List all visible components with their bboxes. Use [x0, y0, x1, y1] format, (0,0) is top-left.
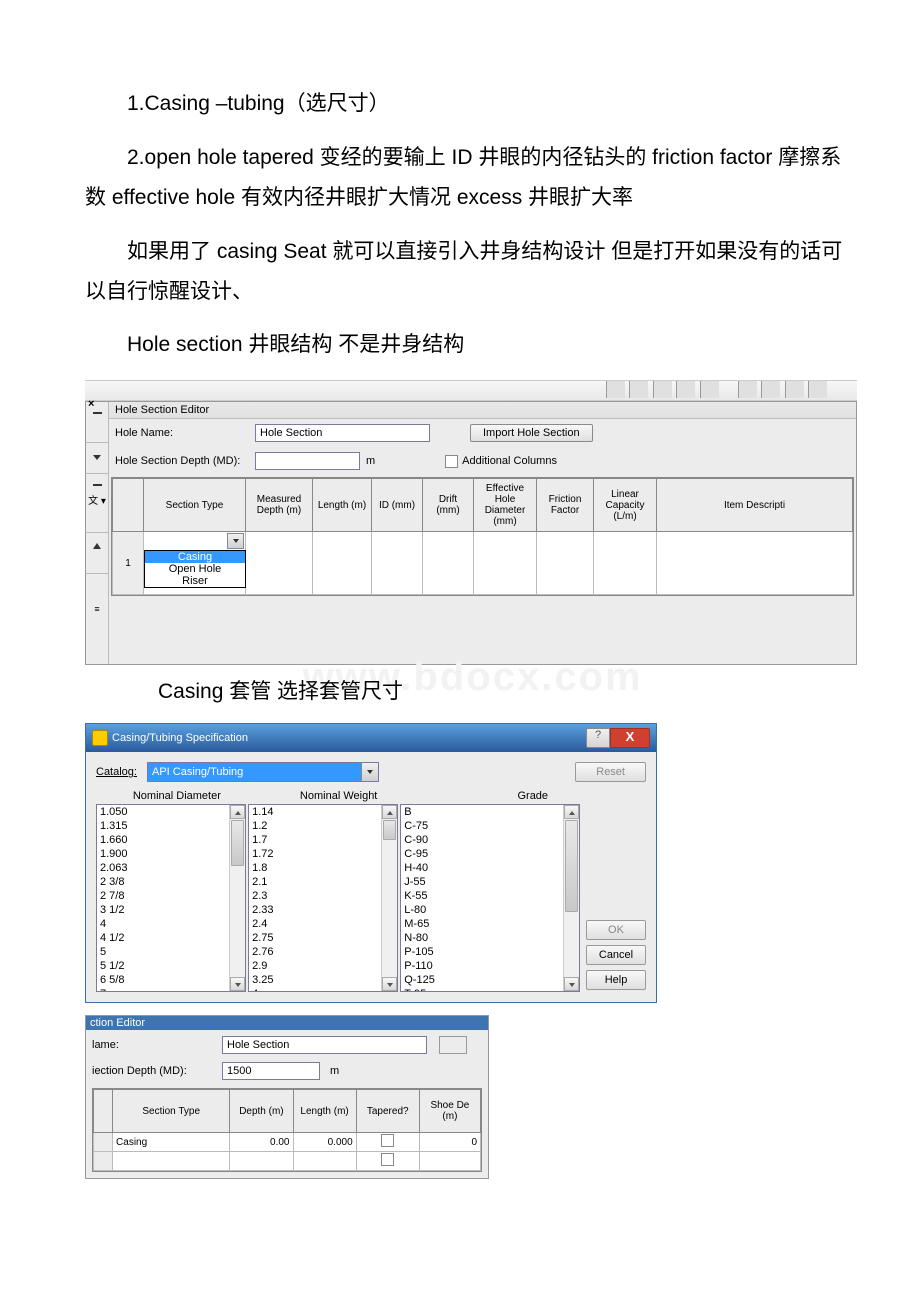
close-icon[interactable]: X	[610, 728, 650, 748]
col-grade: Grade	[420, 790, 646, 802]
catalog-input[interactable]	[148, 763, 361, 781]
toolbar-icon[interactable]	[606, 381, 625, 398]
help-icon[interactable]: ?	[586, 728, 610, 748]
toolbar-icon[interactable]	[629, 381, 648, 398]
paragraph-4: Hole section 井眼结构 不是井身结构	[85, 325, 860, 365]
toolbar-icon[interactable]	[761, 381, 780, 398]
catalog-combo[interactable]	[147, 762, 379, 782]
col-depth: Depth (m)	[230, 1090, 293, 1133]
toolbar-icon[interactable]	[738, 381, 757, 398]
hole-section-editor-screenshot: × 文 ▾ ≡ Hole Section Editor Hole Name: I…	[85, 380, 857, 665]
scroll-up-icon[interactable]	[93, 543, 101, 549]
sections-grid: Section Type Measured Depth (m) Length (…	[111, 477, 854, 596]
toolbar-icon[interactable]	[785, 381, 804, 398]
hole-section-depth-label: Hole Section Depth (MD):	[115, 455, 255, 467]
section-editor-cropped: ction Editor lame: iection Depth (MD): m…	[85, 1015, 489, 1179]
dropdown-arrow-icon[interactable]	[93, 455, 101, 460]
editor-title: Hole Section Editor	[109, 402, 856, 419]
paragraph-2: 2.open hole tapered 变经的要输上 ID 井眼的内径钻头的 f…	[85, 138, 860, 218]
col-section-type: Section Type	[144, 479, 246, 532]
app-toolbar	[85, 380, 857, 401]
toolbar-icon[interactable]	[700, 381, 719, 398]
col-shoe-de: Shoe De (m)	[419, 1090, 480, 1133]
left-gutter: × 文 ▾ ≡	[86, 402, 109, 664]
col-item-desc: Item Descripti	[657, 479, 853, 532]
col-measured-depth: Measured Depth (m)	[246, 479, 313, 532]
cell-length[interactable]: 0.000	[293, 1133, 356, 1152]
col-id: ID (mm)	[372, 479, 423, 532]
additional-columns-label: Additional Columns	[462, 455, 557, 467]
watermark: www.bdocx.com Casing 套管 选择套管尺寸	[85, 655, 860, 715]
col-friction: Friction Factor	[537, 479, 594, 532]
name-input[interactable]	[222, 1036, 427, 1054]
minus-icon[interactable]	[93, 484, 102, 486]
col-rownum	[113, 479, 144, 532]
row-number: 1	[113, 532, 144, 595]
col-drift: Drift (mm)	[423, 479, 474, 532]
paragraph-5: Casing 套管 选择套管尺寸	[85, 675, 860, 705]
depth-unit: m	[330, 1065, 339, 1077]
depth-input[interactable]	[222, 1062, 320, 1080]
toolbar-icon[interactable]	[808, 381, 827, 398]
col-rownum	[94, 1090, 113, 1133]
scrollbar[interactable]	[229, 805, 245, 991]
scrollbar[interactable]	[563, 805, 579, 991]
close-icon[interactable]: ×	[88, 398, 94, 410]
cancel-button[interactable]: Cancel	[586, 945, 646, 965]
dropdown-option-open-hole[interactable]: Open Hole	[145, 563, 245, 575]
help-button[interactable]: Help	[586, 970, 646, 990]
section-type-dropdown-list[interactable]: Casing Open Hole Riser	[144, 550, 246, 588]
dropdown-option-riser[interactable]: Riser	[145, 575, 245, 587]
paragraph-1: 1.Casing –tubing（选尺寸）	[85, 84, 860, 124]
depth-unit: m	[366, 455, 375, 467]
col-nominal-diameter: Nominal Diameter	[96, 790, 258, 802]
dropdown-option-casing[interactable]: Casing	[145, 551, 245, 563]
col-length: Length (m)	[293, 1090, 356, 1133]
small-input[interactable]	[439, 1036, 467, 1054]
nominal-weight-list[interactable]: 1.14 1.2 1.7 1.72 1.8 2.1 2.3 2.33 2.4 2…	[248, 804, 398, 992]
section-type-cell[interactable]: Casing Open Hole Riser	[144, 532, 246, 595]
col-length: Length (m)	[313, 479, 372, 532]
hole-name-label: Hole Name:	[115, 427, 255, 439]
hole-section-depth-input[interactable]	[255, 452, 360, 470]
section-editor-title: ction Editor	[86, 1016, 488, 1030]
col-section-type: Section Type	[113, 1090, 230, 1133]
dropdown-arrow-icon[interactable]	[361, 763, 378, 781]
casing-tubing-spec-dialog: Casing/Tubing Specification ? X Catalog:…	[85, 723, 657, 1003]
cell-section-type[interactable]: Casing	[113, 1133, 230, 1152]
dialog-icon	[92, 730, 108, 746]
catalog-label: Catalog:	[96, 766, 137, 778]
nominal-diameter-list[interactable]: 1.050 1.315 1.660 1.900 2.063 2 3/8 2 7/…	[96, 804, 246, 992]
import-hole-section-button[interactable]: Import Hole Section	[470, 424, 593, 442]
minus-icon[interactable]	[93, 412, 102, 414]
col-nominal-weight: Nominal Weight	[258, 790, 420, 802]
dropdown-arrow-icon[interactable]	[227, 533, 244, 549]
name-label: lame:	[92, 1039, 222, 1051]
ok-button[interactable]: OK	[586, 920, 646, 940]
additional-columns-checkbox[interactable]	[445, 455, 458, 468]
cell-depth[interactable]: 0.00	[230, 1133, 293, 1152]
toolbar-icon[interactable]	[653, 381, 672, 398]
tapered-checkbox[interactable]	[381, 1134, 394, 1147]
cell-shoe-de[interactable]: 0	[419, 1133, 480, 1152]
col-tapered: Tapered?	[356, 1090, 419, 1133]
grade-list[interactable]: B C-75 C-90 C-95 H-40 J-55 K-55 L-80 M-6…	[400, 804, 580, 992]
paragraph-3: 如果用了 casing Seat 就可以直接引入井身结构设计 但是打开如果没有的…	[85, 232, 860, 312]
toolbar-icon[interactable]	[676, 381, 695, 398]
col-linear-capacity: Linear Capacity (L/m)	[594, 479, 657, 532]
depth-label: iection Depth (MD):	[92, 1065, 222, 1077]
col-eff-hole: Effective Hole Diameter (mm)	[474, 479, 537, 532]
scrollbar[interactable]	[381, 805, 397, 991]
dialog-title: Casing/Tubing Specification	[112, 732, 248, 744]
reset-button[interactable]: Reset	[575, 762, 646, 782]
hole-name-input[interactable]	[255, 424, 430, 442]
tapered-checkbox[interactable]	[381, 1153, 394, 1166]
